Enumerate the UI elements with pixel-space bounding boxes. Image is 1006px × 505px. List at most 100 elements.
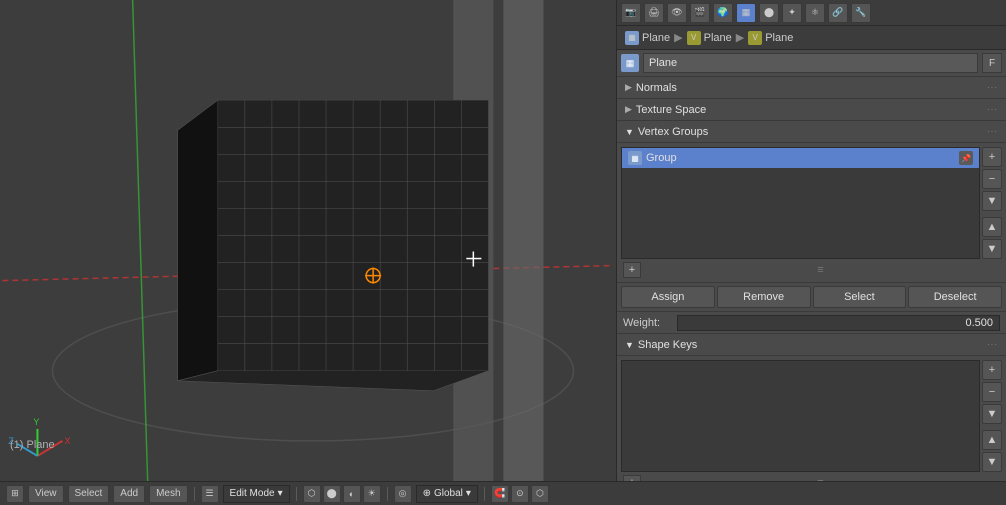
weight-slider[interactable]: 0.500 xyxy=(677,315,1000,331)
breadcrumb-label-2: Plane xyxy=(704,32,732,44)
shape-keys-list-area: + − ▼ ▲ ▼ xyxy=(621,360,1002,472)
transform-orientation-selector[interactable]: ⊕ Global ▾ xyxy=(416,485,478,503)
object-name-overlay: (1) Plane xyxy=(10,439,55,451)
shape-keys-label: Shape Keys xyxy=(638,339,697,351)
shading-solid-icon[interactable]: ⬤ xyxy=(323,485,341,503)
vertex-group-move-down-button[interactable]: ▼ xyxy=(982,239,1002,259)
snap-icons: 🧲 ⊙ ⬡ xyxy=(491,485,549,503)
breadcrumb: ▦ Plane ▶ V Plane ▶ V Plane xyxy=(617,26,1006,50)
proportional-icon[interactable]: ⊙ xyxy=(511,485,529,503)
breadcrumb-vertex-icon-2: V xyxy=(748,31,762,45)
vertex-group-name: Group xyxy=(646,152,677,164)
svg-text:X: X xyxy=(64,436,70,446)
shading-rendered-icon[interactable]: ☀ xyxy=(363,485,381,503)
panel-icon-scene[interactable]: 🎬 xyxy=(690,3,710,23)
panel-icon-material[interactable]: ⬤ xyxy=(759,3,779,23)
shape-key-move-down-button[interactable]: ▼ xyxy=(982,452,1002,472)
proportional-edit-icon[interactable]: ◎ xyxy=(394,485,412,503)
vertex-group-pin[interactable]: 📌 xyxy=(959,151,973,165)
object-name-input[interactable] xyxy=(643,53,978,73)
panel-icon-object-data[interactable]: ▦ xyxy=(736,3,756,23)
action-buttons-row: Assign Remove Select Deselect xyxy=(617,283,1006,312)
panel-icon-output[interactable]: 🖨 xyxy=(644,3,664,23)
select-menu[interactable]: Select xyxy=(68,485,110,503)
vertex-groups-arrow: ▼ xyxy=(625,127,634,137)
weight-row: Weight: 0.500 xyxy=(617,312,1006,334)
breadcrumb-vertex-icon: V xyxy=(687,31,701,45)
transform-orientation-label: Global xyxy=(434,488,463,499)
vertex-group-add-button[interactable]: + xyxy=(982,147,1002,167)
breadcrumb-arrow-1: ▶ xyxy=(674,31,682,44)
vertex-groups-content: ▦ Group 📌 + − ▼ ▲ ▼ + ≡ xyxy=(617,143,1006,283)
breadcrumb-label-3: Plane xyxy=(765,32,793,44)
texture-space-arrow: ▶ xyxy=(625,104,632,115)
transform-orientation-icon: ⊕ xyxy=(423,488,431,499)
vertex-group-remove-button[interactable]: − xyxy=(982,169,1002,189)
transform-orientation-arrow: ▾ xyxy=(466,488,471,499)
normals-label: Normals xyxy=(636,82,677,94)
breadcrumb-item-3[interactable]: V Plane xyxy=(748,31,793,45)
mirror-icon[interactable]: ⬡ xyxy=(531,485,549,503)
add-menu[interactable]: Add xyxy=(113,485,145,503)
texture-space-label: Texture Space xyxy=(636,104,706,116)
breadcrumb-label-1: Plane xyxy=(642,32,670,44)
assign-button[interactable]: Assign xyxy=(621,286,715,308)
mesh-menu[interactable]: Mesh xyxy=(149,485,187,503)
breadcrumb-mesh-icon: ▦ xyxy=(625,31,639,45)
edit-mode-arrow: ▾ xyxy=(278,488,283,499)
snap-icon[interactable]: 🧲 xyxy=(491,485,509,503)
shape-key-move-up-button[interactable]: ▲ xyxy=(982,430,1002,450)
deselect-button[interactable]: Deselect xyxy=(908,286,1002,308)
vertex-groups-list-area: ▦ Group 📌 + − ▼ ▲ ▼ xyxy=(621,147,1002,259)
fake-user-button[interactable]: F xyxy=(982,53,1002,73)
edit-mode-selector[interactable]: Edit Mode ▾ xyxy=(223,485,290,503)
shape-key-specials-button[interactable]: ▼ xyxy=(982,404,1002,424)
weight-value: 0.500 xyxy=(965,317,993,329)
panel-icon-modifiers[interactable]: 🔧 xyxy=(851,3,871,23)
vertex-groups-dots: ··· xyxy=(987,127,998,136)
shading-material-icon[interactable]: ◐ xyxy=(343,485,361,503)
status-sep-1 xyxy=(194,487,195,501)
viewport[interactable]: User Ortho Meters xyxy=(0,0,616,481)
breadcrumb-item-1[interactable]: ▦ Plane xyxy=(625,31,670,45)
vertex-groups-label: Vertex Groups xyxy=(638,126,708,138)
vertex-group-list-add[interactable]: + xyxy=(623,262,641,278)
shape-key-remove-button[interactable]: − xyxy=(982,382,1002,402)
panel-icon-render[interactable]: 📷 xyxy=(621,3,641,23)
status-view-icon[interactable]: ⊞ xyxy=(6,485,24,503)
panel-header-icons: 📷 🖨 👁 🎬 🌍 ▦ ⬤ ✦ ⚛ 🔗 🔧 xyxy=(617,0,1006,26)
shape-keys-section-header[interactable]: ▼ Shape Keys ··· xyxy=(617,334,1006,356)
normals-section-header[interactable]: ▶ Normals ··· xyxy=(617,77,1006,99)
status-bar: ⊞ View Select Add Mesh ☰ Edit Mode ▾ ⬡ ⬤… xyxy=(0,481,1006,505)
remove-button[interactable]: Remove xyxy=(717,286,811,308)
view-menu[interactable]: View xyxy=(28,485,64,503)
breadcrumb-item-2[interactable]: V Plane xyxy=(687,31,732,45)
shape-key-add-button[interactable]: + xyxy=(982,360,1002,380)
status-sep-4 xyxy=(484,487,485,501)
shading-wireframe-icon[interactable]: ⬡ xyxy=(303,485,321,503)
weight-label: Weight: xyxy=(623,317,673,329)
status-sep-3 xyxy=(387,487,388,501)
panel-icon-constraints[interactable]: 🔗 xyxy=(828,3,848,23)
select-button[interactable]: Select xyxy=(813,286,907,308)
texture-space-dots: ··· xyxy=(987,105,998,114)
vertex-groups-section-header[interactable]: ▼ Vertex Groups ··· xyxy=(617,121,1006,143)
vertex-group-item[interactable]: ▦ Group 📌 xyxy=(622,148,979,168)
shape-keys-list[interactable] xyxy=(621,360,980,472)
vertex-group-icon: ▦ xyxy=(628,151,642,165)
vertex-groups-bottom-row: + ≡ xyxy=(621,262,1002,278)
shape-keys-content: + − ▼ ▲ ▼ + ≡ xyxy=(617,356,1006,481)
vertex-groups-list[interactable]: ▦ Group 📌 xyxy=(621,147,980,259)
panel-icon-physics[interactable]: ⚛ xyxy=(805,3,825,23)
properties-panel: 📷 🖨 👁 🎬 🌍 ▦ ⬤ ✦ ⚛ 🔗 🔧 ▦ Plane ▶ V Plane … xyxy=(616,0,1006,481)
breadcrumb-arrow-2: ▶ xyxy=(736,31,744,44)
panel-icon-particles[interactable]: ✦ xyxy=(782,3,802,23)
vertex-group-specials-button[interactable]: ▼ xyxy=(982,191,1002,211)
vertex-group-move-up-button[interactable]: ▲ xyxy=(982,217,1002,237)
texture-space-section-header[interactable]: ▶ Texture Space ··· xyxy=(617,99,1006,121)
shape-keys-arrow: ▼ xyxy=(625,340,634,350)
panel-icon-world[interactable]: 🌍 xyxy=(713,3,733,23)
panel-icon-view[interactable]: 👁 xyxy=(667,3,687,23)
vertex-group-list-center: ≡ xyxy=(641,264,1000,276)
status-overlay-icon[interactable]: ☰ xyxy=(201,485,219,503)
